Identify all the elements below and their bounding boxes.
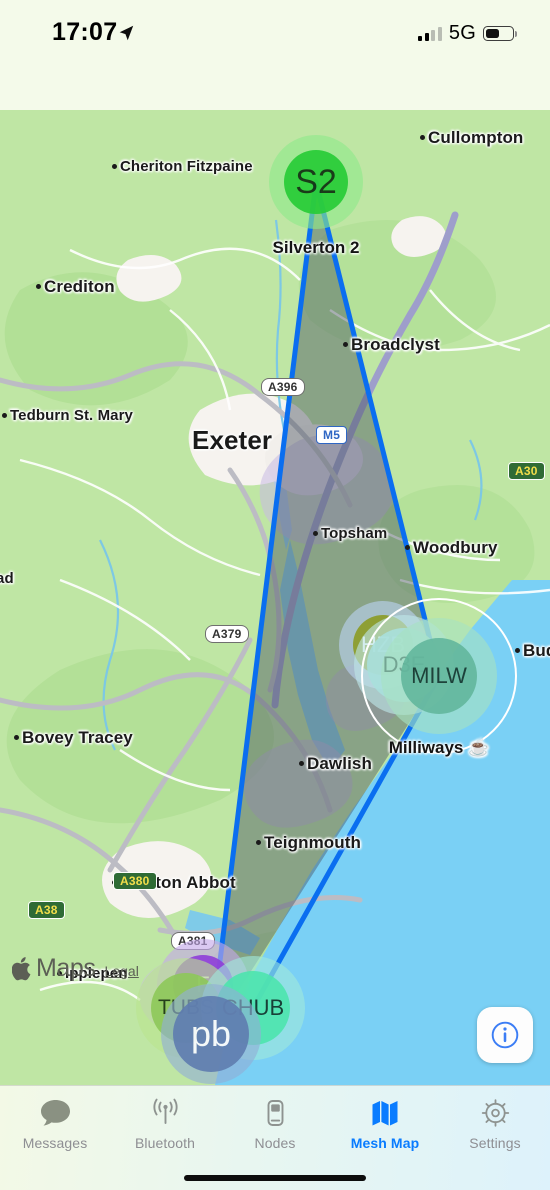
tab-label-nodes: Nodes [254,1135,296,1151]
mesh-map-view[interactable]: Cullompton Cheriton Fitzpaine Crediton Broa… [0,110,550,1085]
tab-bluetooth[interactable]: Bluetooth [110,1086,220,1151]
place-name: Exeter [192,425,273,455]
cellular-signal-icon [418,26,442,41]
tab-label-bluetooth: Bluetooth [134,1135,196,1151]
map-place-label: Bud [515,641,550,661]
road-shield: A379 [205,625,249,643]
node-short-name: S2 [295,162,337,201]
tab-label-mesh-map: Mesh Map [350,1135,420,1151]
mobile-phone-icon [260,1097,290,1129]
node-short-name: pb [190,1013,232,1054]
tab-label-messages: Messages [22,1135,88,1151]
place-dot-icon [515,648,520,654]
info-circle-icon [491,1021,519,1049]
place-name: Broadclyst [351,335,440,354]
map-info-button[interactable] [477,1007,533,1063]
place-name: Bovey Tracey [22,728,133,747]
map-icon [369,1097,401,1129]
map-place-label: ad [0,570,14,587]
apple-maps-logo: Maps [12,954,96,983]
road-shield: A380 [113,872,157,890]
location-arrow-icon [119,25,134,41]
apple-logo-icon [12,956,31,980]
map-place-label: Broadclyst [343,335,440,355]
place-dot-icon [112,163,117,169]
chat-bubble-icon [39,1097,72,1129]
map-place-label: Bovey Tracey [14,728,133,748]
place-dot-icon [36,284,41,290]
place-name: Bud [523,641,550,660]
status-bar-indicators: 5G [418,22,517,45]
tab-messages[interactable]: Messages [0,1086,110,1151]
map-place-label: Teignmouth [256,833,361,853]
map-place-label: Exeter [192,425,272,456]
place-name: Cheriton Fitzpaine [120,158,253,175]
bottom-tab-bar[interactable]: Messages Bluetooth Nodes Mesh Map Settin… [0,1085,550,1190]
status-bar: 17:07 5G [0,0,550,110]
place-name: Teignmouth [264,833,361,852]
place-dot-icon [405,545,410,551]
road-shield: A396 [261,378,305,396]
place-dot-icon [420,135,425,141]
map-attribution: Maps Legal [12,954,139,983]
node-short-name: MILW [411,663,467,688]
map-place-label: Cheriton Fitzpaine [112,158,253,175]
place-name: Woodbury [413,538,498,557]
place-name: ad [0,570,14,587]
tab-nodes[interactable]: Nodes [220,1086,330,1151]
place-dot-icon [2,412,7,418]
tab-mesh-map[interactable]: Mesh Map [330,1086,440,1151]
place-name: Crediton [44,277,115,296]
status-bar-time: 17:07 [52,18,118,46]
road-shield: A30 [508,462,545,480]
battery-icon [483,26,517,41]
map-place-label: Crediton [36,277,115,297]
place-name: Dawlish [307,754,372,773]
map-place-label: Topsham [313,525,387,542]
place-name: Tedburn St. Mary [10,407,133,424]
place-dot-icon [343,342,348,348]
legal-link[interactable]: Legal [105,963,139,983]
place-dot-icon [14,735,19,741]
map-place-label: Cullompton [420,128,523,148]
node-marker[interactable]: MILW [401,638,477,714]
place-dot-icon [313,530,318,536]
gear-icon [480,1097,511,1129]
network-type-label: 5G [448,22,476,44]
map-place-label: Woodbury [405,538,498,558]
place-name: Cullompton [428,128,524,147]
home-indicator [184,1175,366,1181]
bluetooth-antenna-icon [149,1097,182,1129]
road-shield: M5 [316,426,348,444]
node-long-name: Silverton 2 [272,238,360,257]
place-dot-icon [299,761,304,767]
place-dot-icon [256,840,261,846]
place-name: Topsham [321,525,388,542]
map-place-label: Tedburn St. Mary [2,407,133,424]
tab-settings[interactable]: Settings [440,1086,550,1151]
road-shield: A38 [28,901,65,919]
node-marker[interactable]: S2 [284,150,348,214]
node-marker[interactable]: pb [173,996,249,1072]
maps-wordmark: Maps [36,954,96,982]
tab-label-settings: Settings [469,1135,521,1151]
node-long-name: Milliways ☕ [388,738,490,757]
map-place-label: Dawlish [299,754,372,774]
